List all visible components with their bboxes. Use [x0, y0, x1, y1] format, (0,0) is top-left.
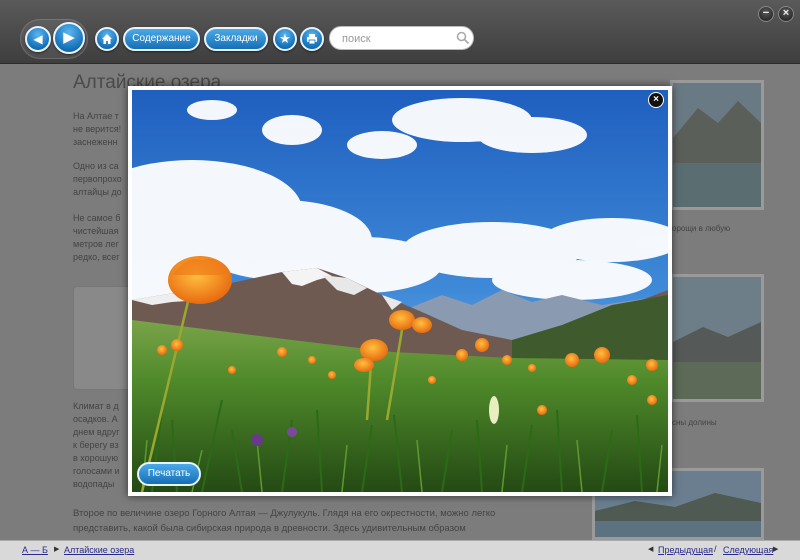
favorite-button[interactable]: ★	[273, 27, 297, 51]
window-close-button[interactable]: ×	[778, 6, 794, 22]
next-page-link[interactable]: Следующая	[723, 545, 773, 555]
article-text-line: чистейшая	[73, 226, 119, 236]
breadcrumb-arrow-icon: ▶	[54, 546, 60, 553]
print-toolbar-button[interactable]	[300, 27, 324, 51]
star-icon: ★	[279, 31, 291, 46]
article-text-line: голосами и	[73, 466, 120, 476]
article-paragraph: представить, какой была сибирская природ…	[73, 523, 466, 534]
arrow-right-icon: ▶	[63, 29, 75, 46]
forward-button[interactable]: ▶	[53, 22, 85, 54]
article-text-line: к берегу вз	[73, 440, 119, 450]
article-text-line: водопады	[73, 479, 115, 489]
search-box	[329, 26, 474, 50]
arrow-right-icon: ▶	[773, 546, 779, 553]
article-text-line: Не самое б	[73, 213, 121, 223]
contents-button[interactable]: Содержание	[123, 27, 200, 51]
article-text-line: Одно из са	[73, 161, 119, 171]
thumbnail-image	[673, 83, 761, 207]
article-text-line: алтайцы до	[73, 187, 122, 197]
nav-separator: /	[714, 544, 717, 554]
back-button[interactable]: ◀	[25, 26, 51, 52]
arrow-left-icon: ◀	[648, 546, 654, 553]
article-text-line: в хорошую	[73, 453, 119, 463]
close-viewer-button[interactable]: ×	[648, 92, 664, 108]
arrow-left-icon: ◀	[33, 32, 43, 46]
article-text-line: днем вдруг	[73, 427, 120, 437]
thumbnail-image	[673, 277, 761, 399]
breadcrumb-index-link[interactable]: А — Б	[22, 545, 48, 555]
print-button[interactable]: Печатать	[137, 462, 201, 486]
article-text-line: На Алтае т	[73, 111, 119, 121]
article-text-line: осадков. А	[73, 414, 118, 424]
gallery-thumbnail[interactable]	[670, 274, 764, 402]
article-illustration	[73, 286, 131, 390]
minimize-button[interactable]: −	[758, 6, 774, 22]
thumbnail-caption: сны долины	[672, 418, 717, 427]
gallery-thumbnail[interactable]	[670, 80, 764, 210]
altai-landscape-photo	[132, 90, 668, 492]
article-paragraph: Второе по величине озеро Горного Алтая —…	[73, 508, 496, 519]
search-icon[interactable]	[456, 31, 470, 45]
home-icon	[102, 34, 112, 44]
home-button[interactable]	[95, 27, 119, 51]
image-viewer	[128, 86, 672, 496]
article-text-line: Климат в д	[73, 401, 119, 411]
bookmarks-button[interactable]: Закладки	[204, 27, 268, 51]
thumbnail-caption: орощи в любую	[672, 224, 731, 233]
printer-icon	[307, 34, 317, 45]
previous-page-link[interactable]: Предыдущая	[658, 545, 713, 555]
article-text-line: метров лег	[73, 239, 119, 249]
article-text-line: заснеженн	[73, 137, 118, 147]
close-icon: ×	[653, 94, 659, 105]
article-text-line: первопрохо	[73, 174, 122, 184]
toolbar: − × ◀ ▶ Содержание Закладки ★	[0, 0, 800, 64]
status-bar: А — Б ▶ Алтайские озера ◀ Предыдущая / С…	[0, 540, 800, 560]
search-input[interactable]	[342, 30, 452, 47]
breadcrumb-current-link[interactable]: Алтайские озера	[64, 545, 134, 555]
article-text-line: редко, всег	[73, 252, 120, 262]
article-text-line: не верится!	[73, 124, 122, 134]
